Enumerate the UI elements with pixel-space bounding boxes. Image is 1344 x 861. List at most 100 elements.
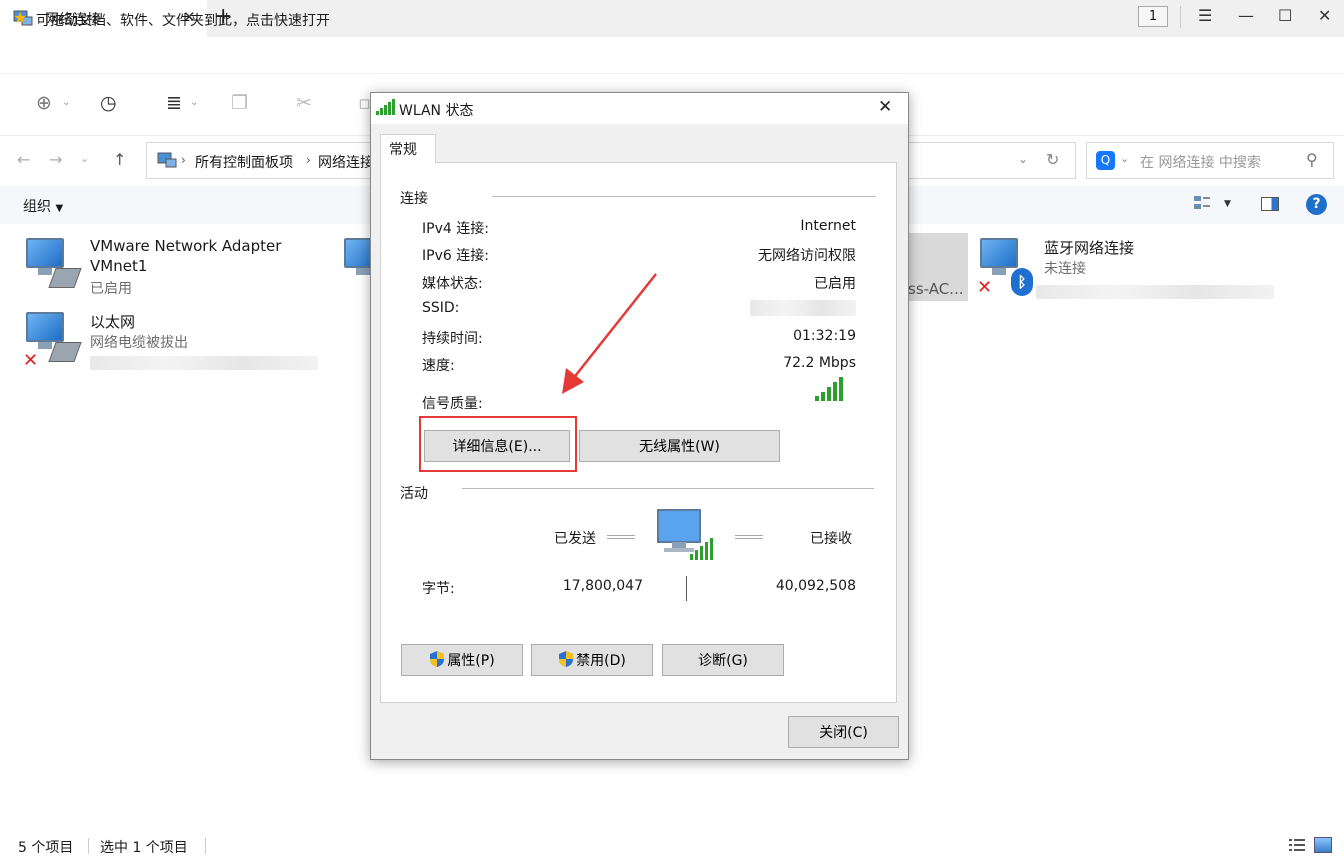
close-icon[interactable]: ✕ (878, 97, 892, 117)
organize-label: 组织 (23, 199, 51, 215)
history-icon[interactable]: ◷ (100, 92, 117, 114)
new-icon[interactable]: ⊕ (36, 92, 52, 114)
ipv4-value: Internet (800, 218, 856, 234)
disable-label: 禁用(D) (576, 653, 626, 669)
chevron-down-icon[interactable]: ⌄ (190, 97, 198, 108)
annotation-arrow-icon (550, 268, 662, 398)
tab-general-label: 常规 (389, 142, 417, 158)
organize-menu[interactable]: 组织 ▼ (23, 196, 63, 216)
caret-down-icon: ▼ (55, 203, 64, 214)
duration-label: 持续时间: (422, 331, 483, 347)
paste-icon[interactable]: ▫ (358, 92, 371, 114)
media-state-label: 媒体状态: (422, 276, 483, 292)
breadcrumb-root[interactable]: 所有控制面板项 (195, 152, 293, 172)
activity-line (607, 535, 635, 539)
activity-line (735, 535, 763, 539)
details-view-icon[interactable] (1288, 836, 1306, 854)
bluetooth-icon: ᛒ (1011, 268, 1033, 296)
ssid-redacted (750, 300, 856, 316)
file-item-status: 未连接 (1044, 261, 1086, 277)
network-computer-icon (656, 508, 714, 562)
speed-value: 72.2 Mbps (783, 355, 856, 371)
selected-count: 选中 1 个项目 (100, 840, 188, 856)
divider (88, 838, 89, 854)
ipv4-label: IPv4 连接: (422, 221, 489, 237)
sent-label: 已发送 (554, 531, 596, 547)
redacted-text (1036, 285, 1274, 299)
ipv6-label: IPv6 连接: (422, 248, 489, 264)
breadcrumb-current[interactable]: 网络连接 (318, 152, 374, 172)
signal-quality-label: 信号质量: (422, 396, 483, 412)
file-item-name[interactable]: 蓝牙网络连接 (1044, 237, 1134, 258)
chevron-down-icon[interactable]: ⌄ (1018, 152, 1028, 166)
large-icons-view-icon[interactable] (1314, 837, 1332, 853)
dialog-title: WLAN 状态 (399, 103, 474, 119)
disable-button[interactable]: 禁用(D) (531, 644, 653, 676)
disconnected-x-icon: ✕ (23, 350, 39, 371)
search-engine-icon[interactable]: Q (1096, 151, 1115, 170)
cable-icon (48, 268, 82, 288)
window-count-badge[interactable]: 1 (1138, 6, 1168, 27)
speed-label: 速度: (422, 358, 455, 374)
uac-shield-icon (430, 651, 445, 667)
wireless-properties-button[interactable]: 无线属性(W) (579, 430, 780, 462)
close-button[interactable]: 关闭(C) (788, 716, 899, 748)
maximize-icon[interactable]: ☐ (1278, 6, 1292, 25)
favorites-bar (0, 37, 1344, 74)
wifi-signal-icon (375, 99, 395, 116)
back-icon[interactable]: ← (17, 150, 30, 169)
diagnose-button[interactable]: 诊断(G) (662, 644, 784, 676)
bytes-sent-value: 17,800,047 (562, 578, 643, 594)
file-item-name[interactable]: VMnet1 (90, 257, 147, 275)
search-icon[interactable]: ⚲ (1306, 150, 1318, 169)
file-item-status: 网络电缆被拔出 (90, 335, 188, 351)
uac-shield-icon (559, 651, 574, 667)
item-count: 5 个项目 (18, 840, 74, 856)
forward-icon[interactable]: → (49, 150, 62, 169)
file-item-name[interactable]: VMware Network Adapter (90, 237, 281, 255)
group-divider (492, 196, 876, 197)
ssid-label: SSID: (422, 300, 460, 316)
copy-icon[interactable]: ❐ (231, 92, 248, 114)
group-divider (462, 488, 874, 489)
disconnected-x-icon: ✕ (977, 277, 993, 298)
cut-icon[interactable]: ✂ (296, 92, 312, 114)
properties-label: 属性(P) (447, 653, 495, 669)
redacted-text (90, 356, 318, 370)
favorites-hint: 可拖动文档、软件、文件夹到此，点击快速打开 (36, 13, 330, 29)
chevron-right-icon: › (306, 153, 311, 167)
file-item-name[interactable]: 以太网 (90, 311, 135, 332)
highlight-box (419, 416, 577, 472)
chevron-down-icon[interactable]: ⌄ (1120, 152, 1129, 165)
help-icon[interactable]: ? (1306, 194, 1327, 215)
minimize-icon[interactable]: — (1238, 6, 1254, 25)
properties-button[interactable]: 属性(P) (401, 644, 523, 676)
connection-group-title: 连接 (400, 191, 428, 207)
close-window-icon[interactable]: ✕ (1318, 6, 1331, 25)
chevron-down-icon[interactable]: ⌄ (80, 152, 89, 165)
chevron-right-icon: › (181, 153, 186, 167)
control-panel-icon (157, 151, 177, 169)
divider (1180, 6, 1181, 28)
preview-pane-icon[interactable] (1261, 197, 1279, 211)
ipv6-value: 无网络访问权限 (758, 248, 856, 264)
bytes-received-value: 40,092,508 (775, 578, 856, 594)
chevron-down-icon[interactable]: ⌄ (62, 97, 70, 108)
up-icon[interactable]: ↑ (113, 150, 126, 169)
activity-group-title: 活动 (400, 486, 428, 502)
caret-down-icon[interactable]: ▼ (1224, 199, 1231, 209)
cable-icon (48, 342, 82, 362)
refresh-icon[interactable]: ↻ (1046, 150, 1059, 169)
view-icon[interactable]: ≣ (166, 92, 182, 114)
signal-bars-icon (814, 376, 844, 402)
file-item-status: 已启用 (90, 281, 132, 297)
search-input[interactable]: 在 网络连接 中搜索 (1140, 152, 1261, 172)
file-item-name: ss-AC... (908, 280, 964, 298)
duration-value: 01:32:19 (793, 328, 856, 344)
divider (205, 838, 206, 854)
received-label: 已接收 (810, 531, 852, 547)
change-view-icon[interactable] (1193, 194, 1211, 212)
star-icon: ★ (13, 8, 28, 27)
media-state-value: 已启用 (814, 276, 856, 292)
menu-icon[interactable]: ☰ (1198, 6, 1212, 25)
